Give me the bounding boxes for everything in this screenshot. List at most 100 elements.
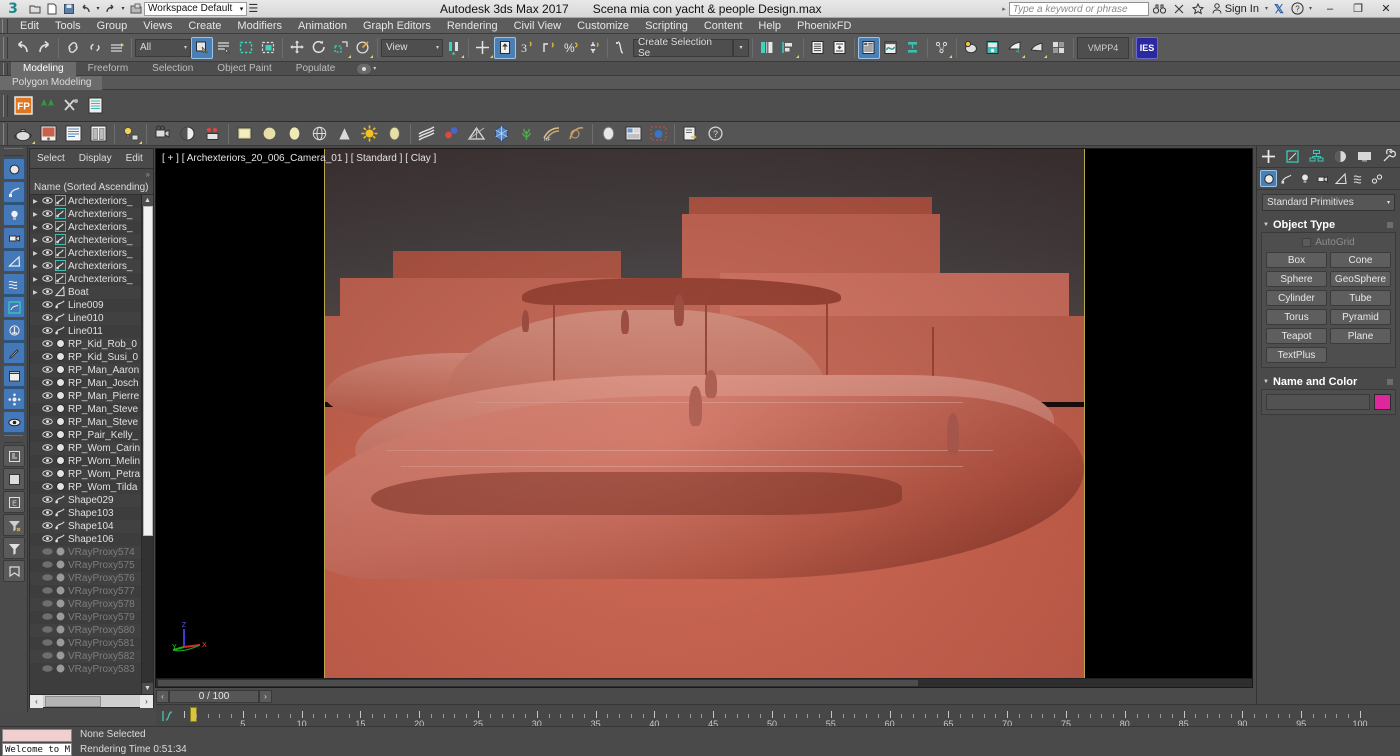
category-space-warps[interactable] [1350,170,1367,187]
angle-snap-toggle-icon[interactable] [494,37,516,59]
visibility-eye-icon[interactable] [42,247,53,261]
scene-explorer-column-header[interactable]: Name (Sorted Ascending) [30,180,153,195]
save-file-icon[interactable] [60,1,77,17]
visibility-eye-icon[interactable] [42,442,53,456]
dome-light-icon[interactable] [382,123,407,145]
scene-explorer-row[interactable]: RP_Wom_Melin [30,455,141,468]
maximize-button[interactable]: ❐ [1344,0,1372,18]
visibility-eye-icon[interactable] [42,481,53,495]
scene-explorer-row[interactable]: RP_Man_Pierre [30,390,141,403]
vray-ies-light-icon[interactable] [489,123,514,145]
minimize-button[interactable]: – [1316,0,1344,18]
scene-explorer-row[interactable]: RP_Wom_Petra [30,468,141,481]
scene-explorer-row[interactable]: ▶Archexteriors_ [30,208,141,221]
menu-item-help[interactable]: Help [750,18,789,34]
category-shapes[interactable] [1278,170,1295,187]
ribbon-tab-populate[interactable]: Populate [284,62,347,76]
category-systems[interactable] [1368,170,1385,187]
scene-explorer-toolrow[interactable]: » [30,169,153,180]
scene-explorer-row[interactable]: Line009 [30,299,141,312]
object-button-plane[interactable]: Plane [1330,328,1391,344]
category-geometry[interactable] [1260,170,1277,187]
visibility-eye-icon[interactable] [42,468,53,482]
scroll-left-icon[interactable]: ‹ [30,695,43,708]
hscroll-thumb[interactable] [45,696,101,707]
scene-explorer-row[interactable]: RP_Kid_Rob_0 [30,338,141,351]
scene-explorer-vscrollbar[interactable]: ▲ ▼ [141,195,153,694]
explorer-menu-select[interactable]: Select [30,153,72,164]
scene-explorer-row[interactable]: ▶Archexteriors_ [30,221,141,234]
multi-frame-icon[interactable] [621,123,646,145]
scene-explorer-row[interactable]: RP_Kid_Susi_0 [30,351,141,364]
visibility-eye-icon[interactable] [42,364,53,378]
render-production-icon[interactable] [1026,37,1048,59]
use-pivot-point-center-icon[interactable] [443,37,465,59]
help-about-icon[interactable]: ? [703,123,728,145]
visibility-eye-icon[interactable] [42,507,53,521]
menu-item-phoenixfd[interactable]: PhoenixFD [789,18,859,34]
named-selection-set-combo[interactable]: Create Selection Se [633,39,733,57]
scene-explorer-row[interactable]: RP_Pair_Kelly_ [30,429,141,442]
ribbon-tab-freeform[interactable]: Freeform [76,62,141,76]
sun-light-icon[interactable] [357,123,382,145]
scene-explorer-row[interactable]: Line011 [30,325,141,338]
visibility-eye-icon[interactable] [42,403,53,417]
visibility-eye-icon[interactable] [42,286,53,300]
scene-list-icon[interactable] [83,93,107,119]
scene-explorer-row[interactable]: Shape104 [30,520,141,533]
select-containers-icon[interactable] [3,365,25,387]
scene-explorer-row[interactable]: VRayProxy579 [30,611,141,624]
expand-triangle-icon[interactable]: ▶ [33,237,40,244]
expand-triangle-icon[interactable]: ▶ [33,198,40,205]
scene-explorer-row[interactable]: ▶Archexteriors_ [30,247,141,260]
explorer-menu-display[interactable]: Display [72,153,119,164]
sphere-shading-icon[interactable] [175,123,200,145]
box-primitive-icon[interactable] [232,123,257,145]
menu-item-tools[interactable]: Tools [47,18,89,34]
scene-explorer-list[interactable]: ▶Archexteriors_▶Archexteriors_▶Archexter… [30,195,141,694]
primitive-category-dropdown[interactable]: Standard Primitives ▾ [1262,194,1395,211]
scene-explorer-row[interactable]: ▶Archexteriors_ [30,273,141,286]
hair-farm-style-icon[interactable] [564,123,589,145]
redo-toolbar-icon[interactable] [33,37,55,59]
select-splines-icon[interactable] [3,296,25,318]
scene-explorer-row[interactable]: VRayProxy574 [30,546,141,559]
signin-chevron-icon[interactable]: ▾ [1265,5,1268,12]
visibility-eye-icon[interactable] [42,325,53,339]
scene-explorer-row[interactable]: RP_Wom_Carin [30,442,141,455]
wireframe-sphere-icon[interactable] [307,123,332,145]
scene-explorer-row[interactable]: RP_Man_Steve [30,416,141,429]
light-bulb-icon[interactable] [118,123,143,145]
select-by-name-icon[interactable] [213,37,235,59]
exchange-icon[interactable] [1171,1,1187,17]
percent-snap-toggle-icon[interactable]: 3 [516,37,538,59]
visibility-eye-icon[interactable] [42,338,53,352]
ribbon-options-icon[interactable] [357,64,371,74]
open-mini-curve-editor-icon[interactable] [160,709,180,723]
object-color-swatch[interactable] [1374,394,1391,410]
select-shapes-icon[interactable] [3,181,25,203]
workspace-menu-icon[interactable]: ☰ [247,1,259,17]
tab-create[interactable] [1258,147,1280,167]
binoculars-icon[interactable] [1152,1,1168,17]
visibility-eye-icon[interactable] [42,429,53,443]
vmpp4-button[interactable]: VMPP4 [1077,37,1129,59]
layer-explorer-icon[interactable] [807,37,829,59]
vray-frame-buffer-icon[interactable] [36,123,61,145]
visibility-eye-icon[interactable] [42,624,53,638]
project-folder-icon[interactable] [127,1,144,17]
menu-item-modifiers[interactable]: Modifiers [229,18,290,34]
vray-light-lister-icon[interactable] [61,123,86,145]
menu-item-group[interactable]: Group [89,18,136,34]
rollout-object-type-header[interactable]: ▼ Object Type [1261,217,1396,232]
vray-plane-icon[interactable] [464,123,489,145]
object-button-box[interactable]: Box [1266,252,1327,268]
visibility-eye-icon[interactable] [42,520,53,534]
visibility-eye-icon[interactable] [42,260,53,274]
tab-utilities[interactable] [1377,147,1399,167]
undo-dropdown-icon[interactable]: ▾ [94,1,102,17]
menu-item-graph-editors[interactable]: Graph Editors [355,18,439,34]
rendered-frame-window-icon[interactable]: 4 [1004,37,1026,59]
visibility-eye-icon[interactable] [42,312,53,326]
edit-named-selection-sets-icon[interactable]: % [560,37,582,59]
